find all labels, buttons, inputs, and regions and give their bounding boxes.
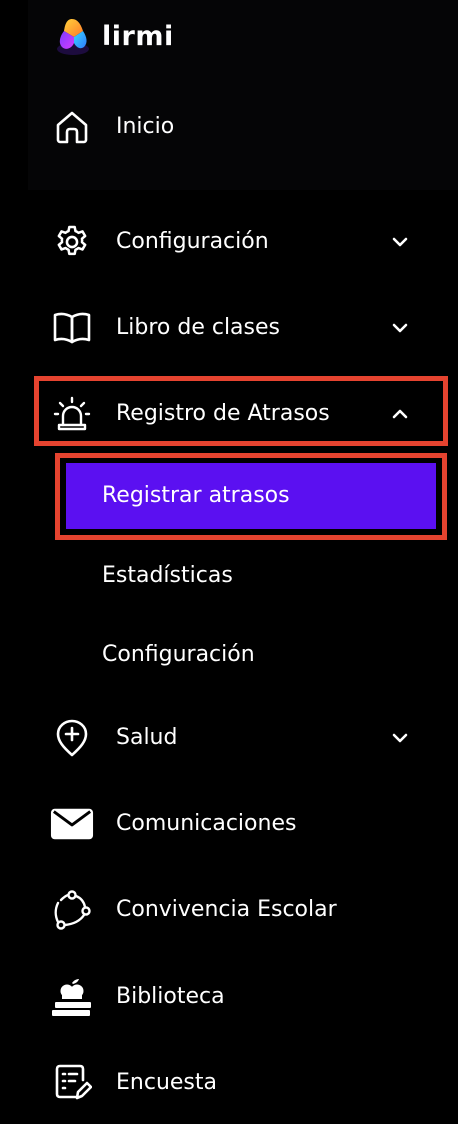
chevron-down-icon[interactable] [388,230,412,254]
nav-item-salud[interactable]: Salud [36,708,438,768]
nav-item-registro-de-atrasos[interactable]: Registro de Atrasos [36,384,438,444]
nav-item-biblioteca[interactable]: Biblioteca [36,967,438,1027]
nav-label-salud: Salud [116,725,178,750]
health-pin-icon [50,716,94,760]
survey-icon [50,1061,94,1105]
envelope-icon [50,802,94,846]
nav-label-comunicaciones: Comunicaciones [116,811,297,836]
book-icon [50,306,94,350]
sub-label-configuracion: Configuración [102,642,255,667]
nav-label-convivencia-escolar: Convivencia Escolar [116,897,337,922]
nav-label-biblioteca: Biblioteca [116,984,225,1009]
brand-name: lirmi [102,20,174,52]
books-apple-icon [50,975,94,1019]
chevron-down-icon[interactable] [388,726,412,750]
nav-item-encuesta[interactable]: Encuesta [36,1053,438,1113]
nav-item-convivencia-escolar[interactable]: Convivencia Escolar [36,880,438,940]
brand[interactable]: lirmi [50,12,174,60]
network-icon [50,888,94,932]
sub-label-registrar-atrasos: Registrar atrasos [102,483,290,508]
sidebar: lirmi Inicio Configuración Libro de clas… [0,0,458,1124]
chevron-up-icon[interactable] [388,402,412,426]
nav-item-comunicaciones[interactable]: Comunicaciones [36,794,438,854]
nav-label-inicio: Inicio [116,114,175,139]
sub-item-estadisticas[interactable]: Estadísticas [66,546,436,606]
gear-icon [50,220,94,264]
nav-label-libro-de-clases: Libro de clases [116,315,280,340]
siren-icon [50,392,94,436]
lirmi-logo-icon [50,13,96,59]
nav-item-inicio[interactable]: Inicio [36,97,438,157]
nav-item-configuracion[interactable]: Configuración [36,212,438,272]
chevron-down-icon[interactable] [388,316,412,340]
sub-label-estadisticas: Estadísticas [102,563,233,588]
sub-item-configuracion[interactable]: Configuración [66,625,436,685]
nav-label-encuesta: Encuesta [116,1070,217,1095]
nav-label-configuracion: Configuración [116,229,269,254]
sub-item-registrar-atrasos[interactable]: Registrar atrasos [66,463,436,529]
nav-item-libro-de-clases[interactable]: Libro de clases [36,298,438,358]
nav-label-registro-de-atrasos: Registro de Atrasos [116,401,330,426]
home-icon [50,105,94,149]
